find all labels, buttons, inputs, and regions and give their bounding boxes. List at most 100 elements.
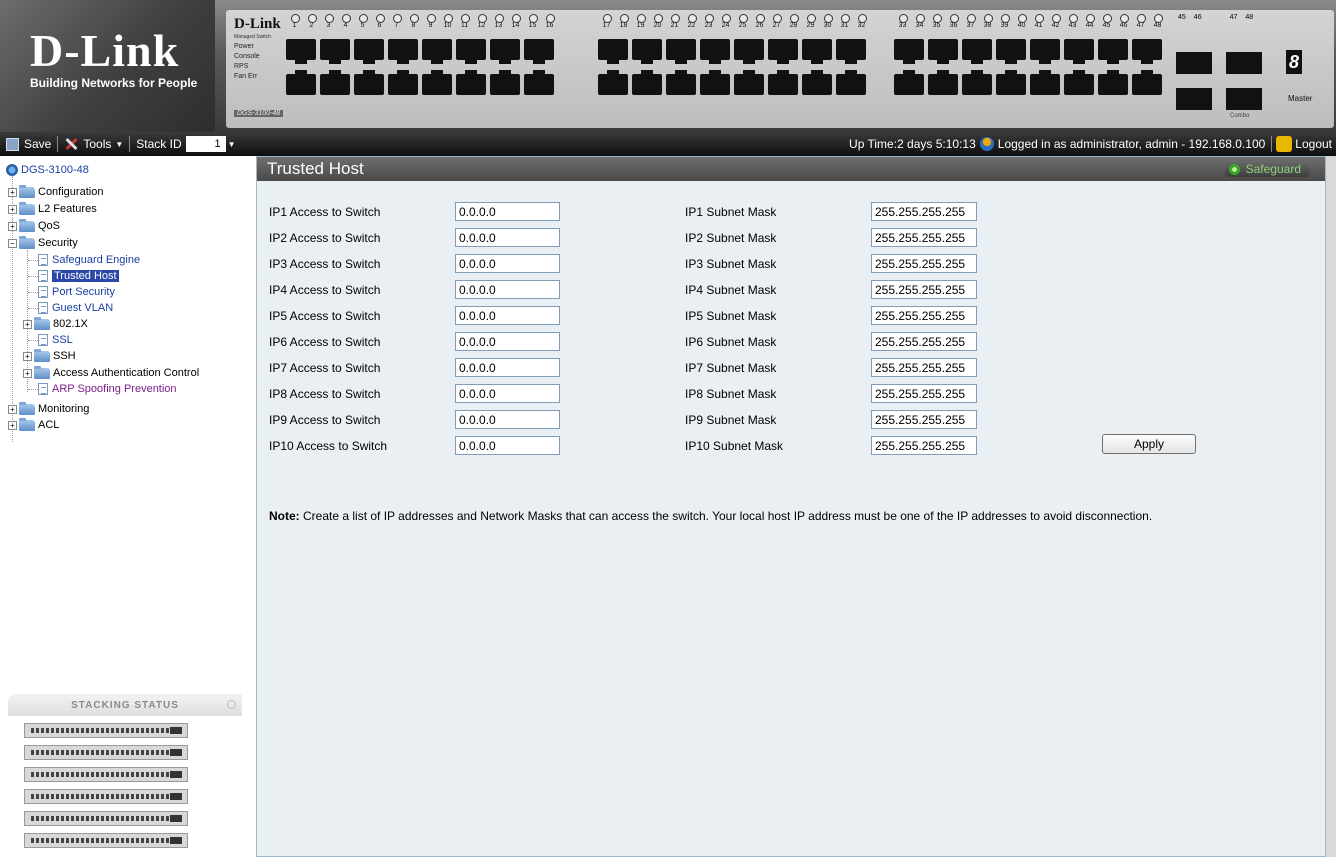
stacking-status-header: STACKING STATUS (8, 694, 242, 716)
port-number: 46 (1119, 22, 1128, 29)
tree-item-label: 802.1X (53, 318, 88, 330)
fan-err-led-label: Fan Err (234, 73, 258, 80)
tree-item-monitoring[interactable]: + Monitoring (8, 401, 89, 416)
tree-item-acl[interactable]: + ACL (8, 417, 60, 432)
port-number: 17 (602, 22, 611, 29)
expand-icon[interactable]: + (8, 187, 17, 197)
tools-icon (64, 137, 78, 151)
tree-line (28, 340, 38, 341)
subnet-mask-input[interactable] (871, 254, 977, 273)
subnet-mask-input[interactable] (871, 332, 977, 351)
port-number: 16 (545, 22, 554, 29)
port-number: 34 (915, 22, 924, 29)
tree-item-port-security[interactable]: Port Security (38, 285, 115, 299)
tree-root-dgs-3100-48[interactable]: DGS-3100-48 (6, 164, 89, 176)
tree-item-trusted-host[interactable]: Trusted Host (38, 269, 119, 283)
combo-number: 46 (1193, 14, 1202, 21)
combo-number: 47 (1229, 14, 1238, 21)
ip-access-label: IP4 Access to Switch (269, 283, 381, 297)
ip-access-input[interactable] (455, 254, 560, 273)
scrollbar-track[interactable] (1326, 156, 1336, 857)
ip-access-input[interactable] (455, 306, 560, 325)
tree-item-access-authentication-control[interactable]: + Access Authentication Control (23, 365, 199, 380)
subnet-mask-input[interactable] (871, 410, 977, 429)
port-leds (598, 14, 870, 23)
tree-item-guest-vlan[interactable]: Guest VLAN (38, 301, 113, 315)
port-number: 45 (1102, 22, 1111, 29)
chevron-down-icon[interactable]: ▼ (228, 140, 236, 149)
stack-unit[interactable] (24, 833, 188, 848)
subnet-mask-input[interactable] (871, 280, 977, 299)
port-number: 1 (292, 22, 297, 29)
trusted-host-panel: Trusted Host Safeguard IP1 Access to Swi… (256, 156, 1326, 857)
subnet-mask-input[interactable] (871, 436, 977, 455)
ip-access-input[interactable] (455, 202, 560, 221)
save-label: Save (24, 137, 52, 151)
tree-item-safeguard-engine[interactable]: Safeguard Engine (38, 253, 140, 267)
tree-item-ssl[interactable]: SSL (38, 333, 73, 347)
tree-item-arp-spoofing-prevention[interactable]: ARP Spoofing Prevention (38, 382, 177, 396)
port-number: 7 (394, 22, 399, 29)
tree-item-ssh[interactable]: + SSH (23, 348, 76, 363)
tree-item-qos[interactable]: + QoS (8, 218, 60, 233)
logout-button[interactable]: Logout (1272, 132, 1336, 156)
stack-id-label: Stack ID (136, 137, 182, 151)
tools-menu[interactable]: Tools ▼ (58, 132, 129, 156)
tree-item-label: Trusted Host (52, 270, 119, 282)
port-number: 33 (898, 22, 907, 29)
trusted-host-row: IP8 Access to Switch IP8 Subnet Mask (257, 384, 1325, 404)
ip-access-input[interactable] (455, 410, 560, 429)
expand-icon[interactable]: + (8, 204, 17, 214)
expand-icon[interactable]: + (8, 420, 17, 430)
expand-icon[interactable]: + (23, 351, 32, 361)
save-menu[interactable]: Save (0, 132, 57, 156)
ip-access-input[interactable] (455, 384, 560, 403)
port-group-33-48: 33 34 35 36 37 38 39 40 41 42 43 44 45 46 47 48 (894, 14, 1166, 95)
stack-id-select[interactable]: 1 (185, 136, 226, 152)
subnet-mask-input[interactable] (871, 228, 977, 247)
tree-item-label: Security (38, 237, 78, 249)
expand-icon[interactable]: + (8, 221, 17, 231)
logout-label: Logout (1295, 137, 1332, 151)
expand-icon[interactable]: + (23, 368, 32, 378)
ip-access-input[interactable] (455, 332, 560, 351)
tree-item-802-1x[interactable]: + 802.1X (23, 316, 88, 331)
tree-item-l2-features[interactable]: + L2 Features (8, 201, 97, 216)
subnet-mask-input[interactable] (871, 306, 977, 325)
ip-access-label: IP10 Access to Switch (269, 439, 388, 453)
ip-access-input[interactable] (455, 436, 560, 455)
port-number: 26 (755, 22, 764, 29)
tree-line (28, 260, 38, 261)
page-icon (38, 270, 48, 282)
stack-unit[interactable] (24, 789, 188, 804)
ip-access-input[interactable] (455, 280, 560, 299)
expand-icon[interactable]: + (23, 319, 32, 329)
subnet-mask-input[interactable] (871, 202, 977, 221)
stack-unit[interactable] (24, 811, 188, 826)
tree-item-label: ACL (38, 419, 60, 431)
apply-button[interactable]: Apply (1102, 434, 1196, 454)
safeguard-status-badge: Safeguard (1224, 161, 1309, 177)
tree-item-security[interactable]: − Security (8, 235, 78, 250)
subnet-mask-input[interactable] (871, 384, 977, 403)
page-icon (38, 302, 48, 314)
stack-unit[interactable] (24, 745, 188, 760)
port-number: 48 (1153, 22, 1162, 29)
tree-item-configuration[interactable]: + Configuration (8, 184, 103, 199)
combo-port-numbers: 45 46 47 48 (1178, 14, 1253, 21)
ip-access-input[interactable] (455, 228, 560, 247)
ip-access-input[interactable] (455, 358, 560, 377)
collapse-icon[interactable]: − (8, 238, 17, 248)
port-number: 41 (1034, 22, 1043, 29)
stack-unit[interactable] (24, 723, 188, 738)
stack-unit[interactable] (24, 767, 188, 782)
tree-line (28, 308, 38, 309)
open-folder-icon (19, 235, 35, 249)
pin-icon[interactable] (227, 700, 236, 709)
safeguard-label: Safeguard (1245, 162, 1301, 176)
expand-icon[interactable]: + (8, 404, 17, 414)
ip-access-label: IP5 Access to Switch (269, 309, 381, 323)
subnet-mask-input[interactable] (871, 358, 977, 377)
logo-text: D-Link (30, 25, 180, 76)
port-number: 18 (619, 22, 628, 29)
